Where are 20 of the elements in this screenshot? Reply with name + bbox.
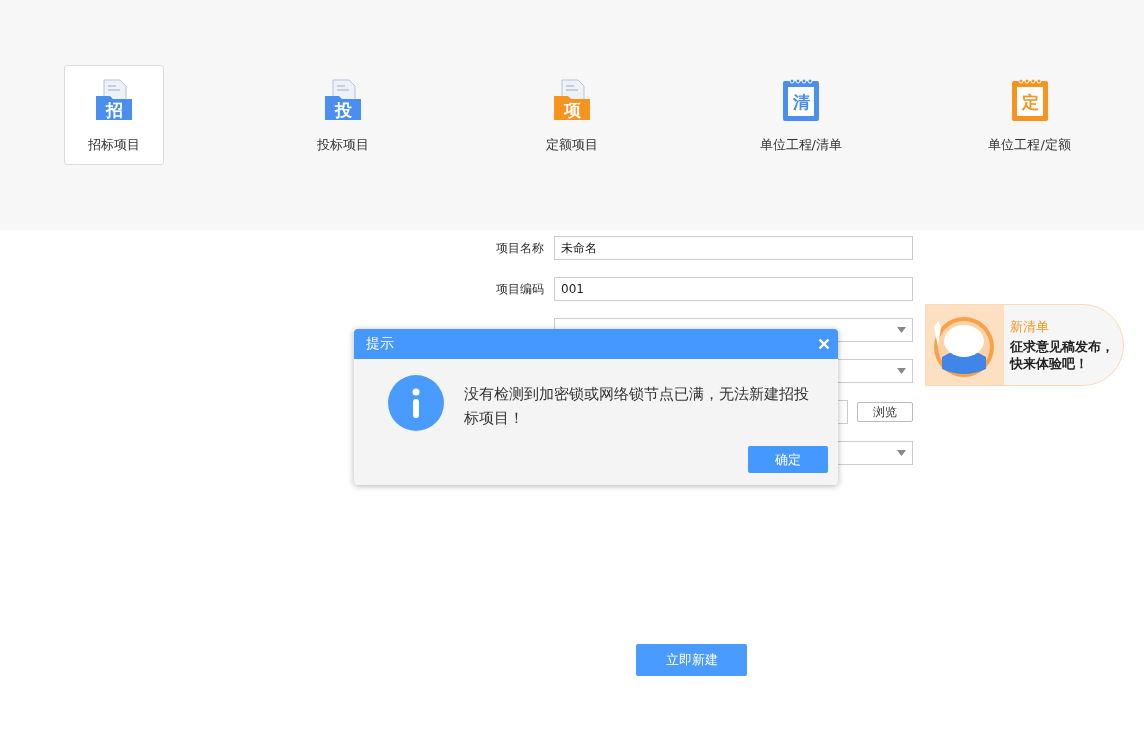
dropdown-caret-icon bbox=[897, 368, 906, 374]
dropdown-caret-icon bbox=[897, 450, 906, 456]
promo-text: 征求意见稿发布，快来体验吧！ bbox=[1010, 338, 1114, 372]
info-icon bbox=[388, 375, 444, 431]
project-type-tab[interactable]: 定 单位工程/定额 bbox=[979, 65, 1080, 165]
project-type-tab[interactable]: 项 定额项目 bbox=[522, 65, 622, 165]
field-label: 项目编码 bbox=[495, 281, 545, 298]
promo-title: 新清单 bbox=[1010, 318, 1050, 336]
field-label: 项目名称 bbox=[495, 240, 545, 257]
dialog-message: 没有检测到加密锁或网络锁节点已满，无法新建招投标项目！ bbox=[464, 385, 810, 428]
promo-card[interactable]: 新清单 征求意见稿发布，快来体验吧！ bbox=[925, 304, 1124, 386]
dialog-title: 提示 bbox=[366, 335, 394, 353]
text-field[interactable]: 未命名 bbox=[554, 236, 913, 260]
dropdown-caret-icon bbox=[897, 327, 906, 333]
project-type-tab[interactable]: 投 投标项目 bbox=[293, 65, 394, 165]
project-type-tab[interactable]: 招 招标项目 bbox=[64, 65, 165, 165]
project-type-tab[interactable]: 清 单位工程/清单 bbox=[750, 65, 851, 165]
close-icon[interactable] bbox=[818, 338, 830, 350]
text-field[interactable]: 001 bbox=[554, 277, 913, 301]
browse-button[interactable]: 浏览 bbox=[857, 402, 913, 422]
